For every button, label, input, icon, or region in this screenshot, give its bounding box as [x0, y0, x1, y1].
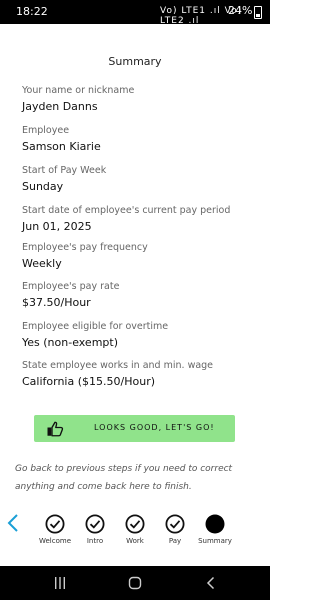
- page-title: Summary: [108, 55, 162, 68]
- check-circle-icon: [45, 514, 65, 534]
- field-overtime: Employee eligible for overtime Yes (non-…: [22, 321, 262, 350]
- check-circle-icon: [85, 514, 105, 534]
- field-label: State employee works in and min. wage: [22, 360, 214, 371]
- field-label: Your name or nickname: [22, 85, 135, 96]
- system-nav-bar: [0, 566, 270, 600]
- battery-icon: [254, 6, 262, 19]
- field-label: Start date of employee's current pay per…: [22, 205, 231, 216]
- step-label: Intro: [86, 537, 104, 545]
- current-step-dot-icon: [205, 514, 225, 534]
- field-label: Employee's pay frequency: [22, 242, 148, 253]
- back-icon[interactable]: [203, 575, 219, 591]
- field-value: Sunday: [22, 180, 64, 193]
- step-intro[interactable]: Intro: [75, 514, 115, 545]
- check-circle-icon: [125, 514, 145, 534]
- field-label: Employee: [22, 125, 70, 136]
- step-label: Pay: [168, 537, 182, 545]
- field-value: Samson Kiarie: [22, 140, 101, 153]
- field-value: $37.50/Hour: [22, 296, 91, 309]
- battery-percent: 24%: [228, 4, 253, 17]
- back-arrow-icon[interactable]: [6, 513, 20, 533]
- recent-apps-icon[interactable]: [52, 575, 68, 591]
- field-pay-week-start: Start of Pay Week Sunday: [22, 165, 262, 194]
- step-label: Summary: [198, 537, 232, 545]
- field-value: Yes (non-exempt): [22, 336, 119, 349]
- field-label: Employee eligible for overtime: [22, 321, 169, 332]
- field-label: Employee's pay rate: [22, 281, 120, 292]
- field-pay-rate: Employee's pay rate $37.50/Hour: [22, 281, 262, 310]
- field-value: California ($15.50/Hour): [22, 375, 156, 388]
- looks-good-label: LOOKS GOOD, LET'S GO!: [94, 423, 215, 432]
- home-icon[interactable]: [127, 575, 143, 591]
- field-pay-period-start: Start date of employee's current pay per…: [22, 205, 262, 234]
- field-value: Weekly: [22, 257, 62, 270]
- status-time: 18:22: [16, 5, 48, 18]
- field-employee: Employee Samson Kiarie: [22, 125, 262, 154]
- step-label: Welcome: [38, 537, 72, 545]
- field-value: Jayden Danns: [22, 100, 98, 113]
- step-pay[interactable]: Pay: [155, 514, 195, 545]
- field-state-min-wage: State employee works in and min. wage Ca…: [22, 360, 262, 389]
- step-welcome[interactable]: Welcome: [35, 514, 75, 545]
- thumbs-up-icon: [47, 421, 64, 437]
- step-work[interactable]: Work: [115, 514, 155, 545]
- field-name: Your name or nickname Jayden Danns: [22, 85, 262, 114]
- status-bar: 18:22 Vo) LTE1 .ıl Vo) LTE2 .ıl 24%: [0, 0, 270, 26]
- field-value: Jun 01, 2025: [22, 220, 92, 233]
- check-circle-icon: [165, 514, 185, 534]
- step-label: Work: [126, 537, 144, 545]
- field-pay-frequency: Employee's pay frequency Weekly: [22, 242, 262, 271]
- step-summary[interactable]: Summary: [195, 514, 235, 545]
- hint-text: Go back to previous steps if you need to…: [15, 464, 233, 492]
- field-label: Start of Pay Week: [22, 165, 107, 176]
- looks-good-button[interactable]: LOOKS GOOD, LET'S GO!: [34, 415, 235, 442]
